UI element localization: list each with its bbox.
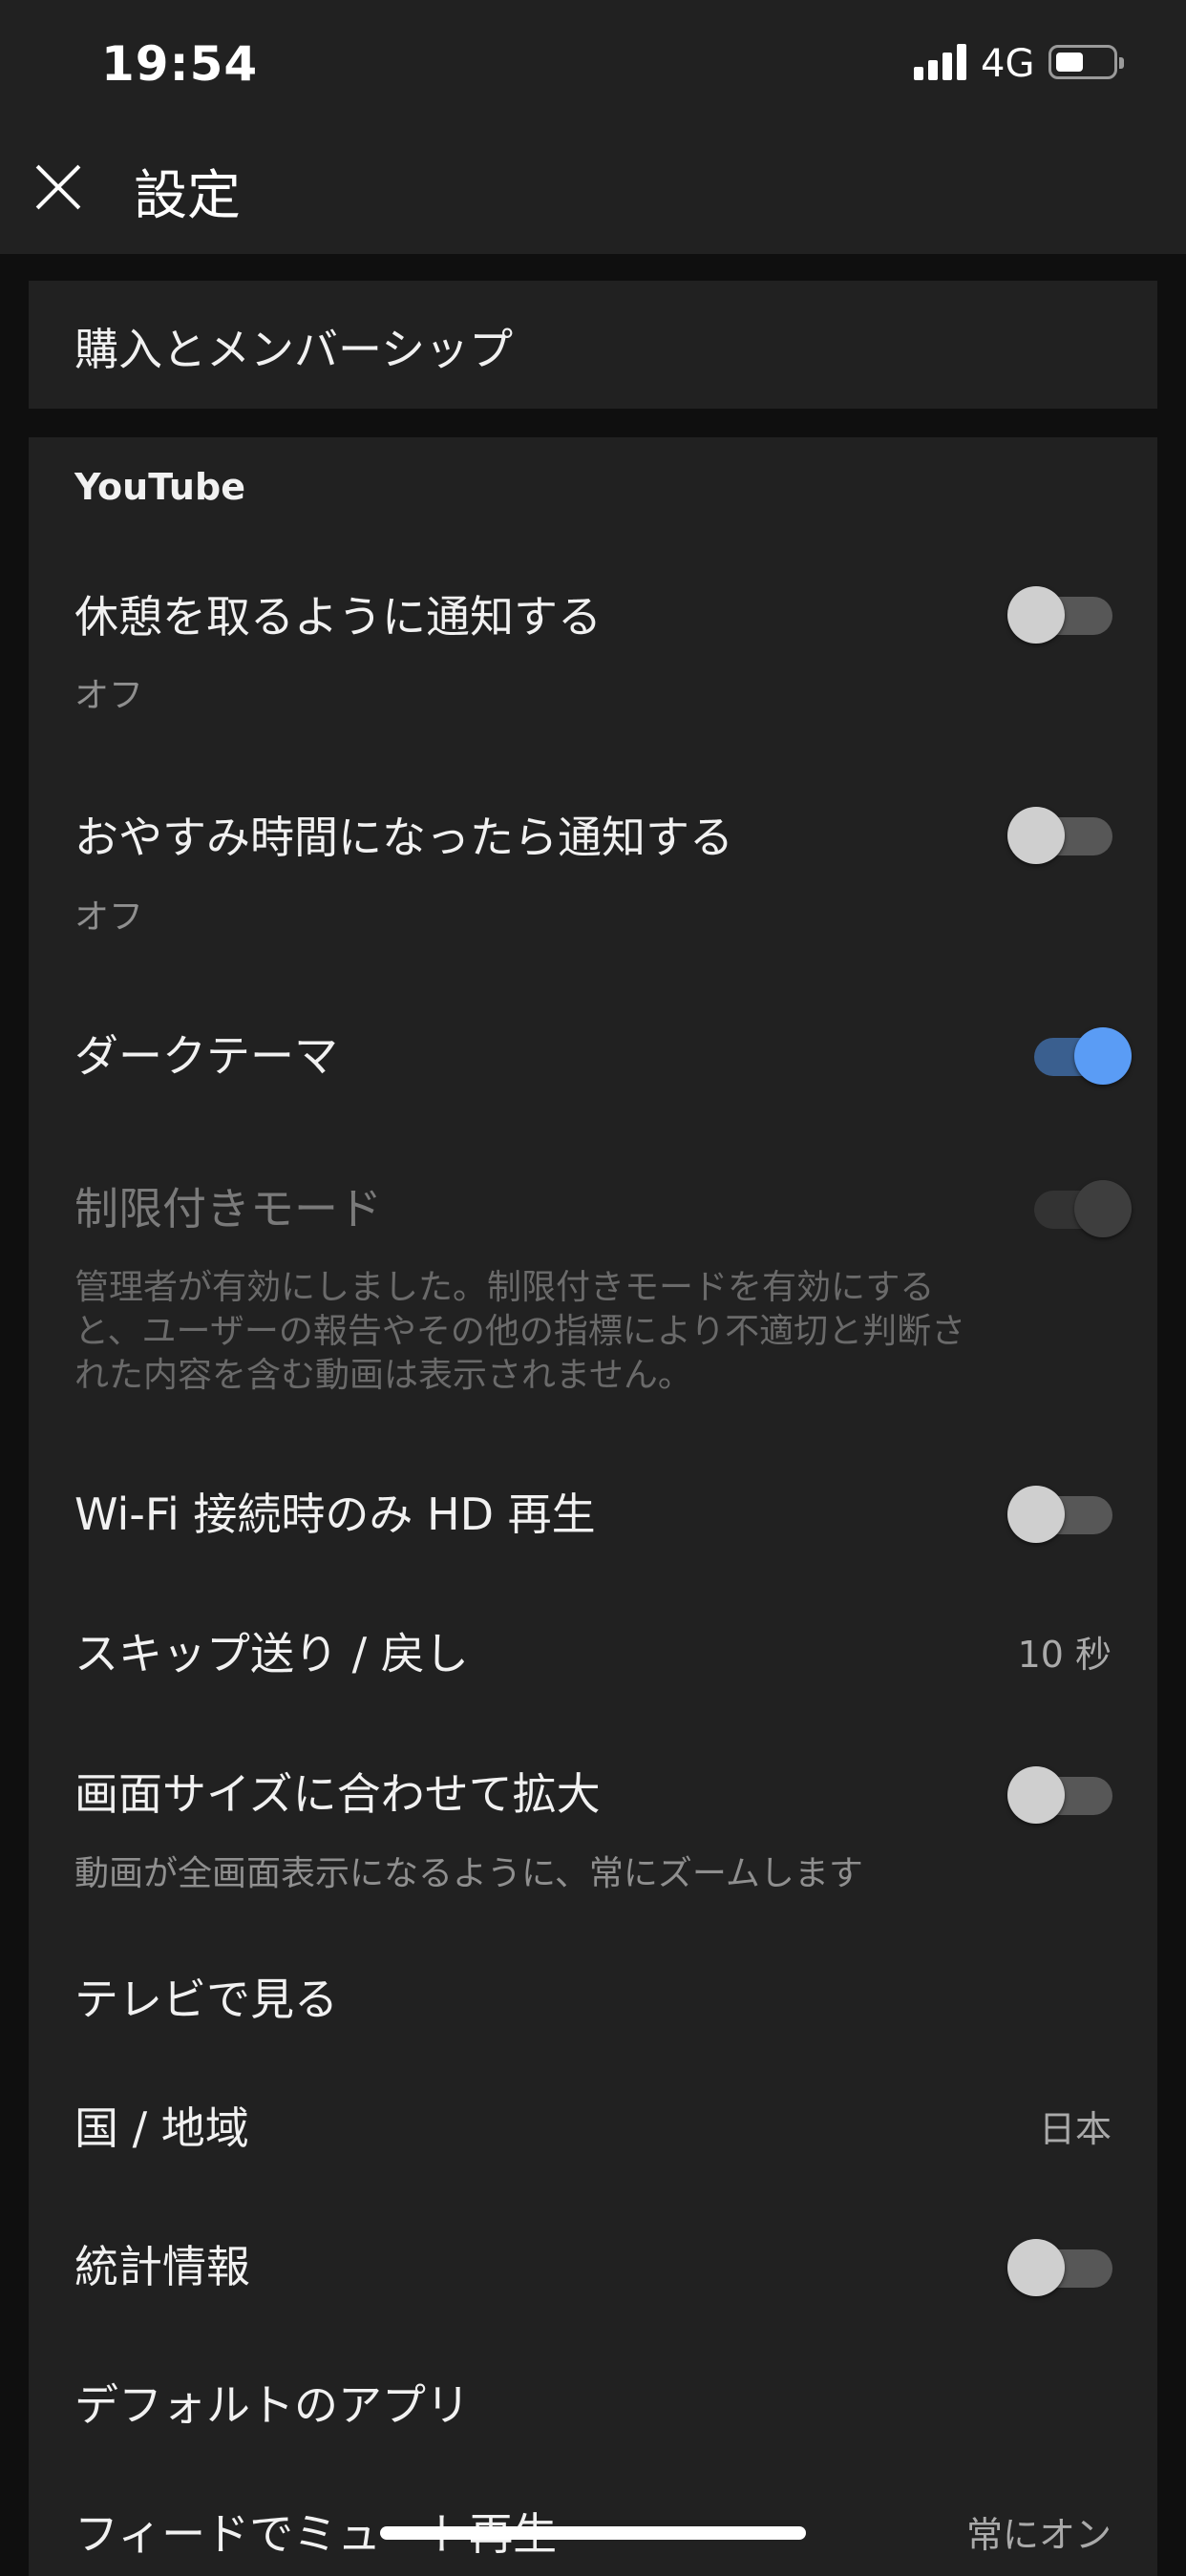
page-title: 設定 <box>134 165 241 227</box>
top-app-bar: 19:54 4G 設定 <box>0 0 1186 254</box>
battery-icon <box>1048 45 1124 79</box>
muted-playback-value: 常にオン <box>965 2514 1112 2556</box>
break-reminder-toggle[interactable] <box>1007 582 1132 644</box>
section-title: YouTube <box>74 466 245 508</box>
cellular-signal-icon <box>914 44 967 80</box>
hd-wifi-only-label[interactable]: Wi-Fi 接続時のみ HD 再生 <box>74 1480 596 1543</box>
double-tap-seek-label[interactable]: スキップ送り / 戻し <box>74 1619 469 1682</box>
bedtime-reminder-label[interactable]: おやすみ時間になったら通知する <box>74 803 733 866</box>
network-type: 4G <box>981 42 1035 86</box>
break-reminder-status: オフ <box>74 676 144 715</box>
status-time: 19:54 <box>101 36 259 92</box>
dark-theme-label[interactable]: ダークテーマ <box>74 1022 338 1085</box>
location-value: 日本 <box>1038 2108 1112 2150</box>
watch-on-tv-item[interactable]: テレビで見る <box>74 1965 338 2028</box>
bedtime-reminder-status: オフ <box>74 897 144 937</box>
close-icon[interactable] <box>23 153 92 222</box>
dark-theme-toggle[interactable] <box>1007 1024 1132 1085</box>
purchases-memberships-item[interactable]: 購入とメンバーシップ <box>29 281 1157 409</box>
stats-for-nerds-toggle[interactable] <box>1007 2235 1132 2296</box>
default-apps-item[interactable]: デフォルトのアプリ <box>74 2371 470 2434</box>
double-tap-seek-value: 10 秒 <box>1017 1634 1112 1676</box>
hd-wifi-only-toggle[interactable] <box>1007 1482 1132 1543</box>
zoom-to-fill-description: 動画が全画面表示になるように、常にズームします <box>74 1854 863 1893</box>
restricted-mode-description: 管理者が有効にしました。制限付きモードを有効にすると、ユーザーの報告やその他の指… <box>74 1268 966 1395</box>
stats-for-nerds-label[interactable]: 統計情報 <box>74 2232 250 2295</box>
home-indicator[interactable] <box>380 2526 806 2540</box>
zoom-to-fill-toggle[interactable] <box>1007 1763 1132 1824</box>
zoom-to-fill-label[interactable]: 画面サイズに合わせて拡大 <box>74 1760 601 1823</box>
youtube-settings-card: YouTube 休憩を取るように通知する オフ おやすみ時間になったら通知する … <box>29 437 1157 2576</box>
location-label[interactable]: 国 / 地域 <box>74 2094 249 2157</box>
restricted-mode-label: 制限付きモード <box>74 1183 382 1235</box>
bedtime-reminder-toggle[interactable] <box>1007 803 1132 864</box>
break-reminder-label[interactable]: 休憩を取るように通知する <box>74 582 602 645</box>
purchases-memberships-label: 購入とメンバーシップ <box>74 324 514 375</box>
restricted-mode-toggle <box>1007 1176 1132 1237</box>
